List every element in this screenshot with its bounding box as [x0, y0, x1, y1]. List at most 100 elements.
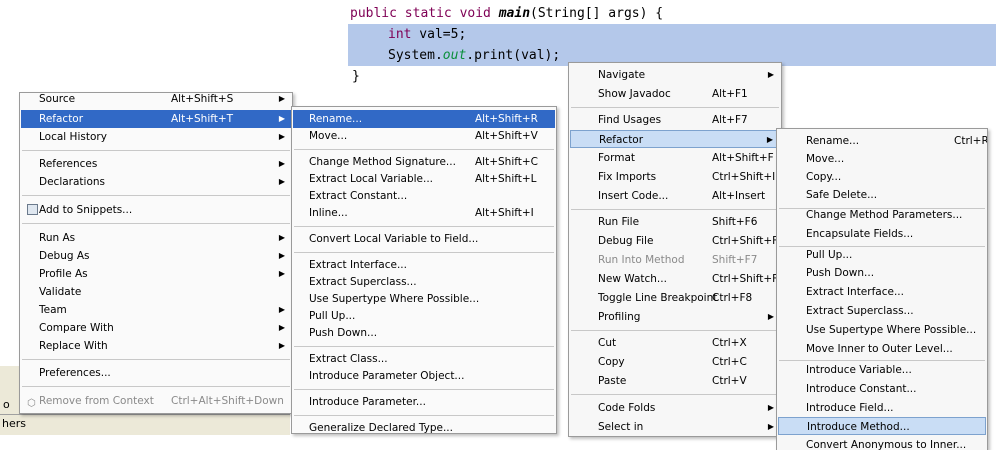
submenu-arrow-icon: ▶: [278, 233, 285, 242]
menu-item-toggle-line-breakpoint[interactable]: Toggle Line Breakpoint Ctrl+F8: [570, 289, 780, 307]
submenu-arrow-icon: ▶: [278, 177, 285, 186]
menu-item-replace-with[interactable]: Replace With ▶: [21, 337, 291, 355]
menu-item-profiling[interactable]: Profiling ▶: [570, 308, 780, 326]
menu-item-paste[interactable]: Paste Ctrl+V: [570, 372, 780, 390]
menu-item-run-file[interactable]: Run File Shift+F6: [570, 213, 780, 231]
menu-item-pull-up[interactable]: Pull Up...: [293, 307, 555, 325]
menu-item-extract-superclass[interactable]: Extract Superclass...: [293, 273, 555, 291]
menu-item-add-to-snippets[interactable]: Add to Snippets...: [21, 201, 291, 219]
menu-item-introduce-parameter[interactable]: Introduce Parameter...: [293, 393, 555, 411]
submenu-arrow-icon: ▶: [767, 70, 774, 79]
eclipse-context-menu: Source Alt+Shift+S ▶ Refactor Alt+Shift+…: [19, 92, 293, 414]
menu-item-move[interactable]: Move...: [778, 150, 986, 168]
menu-item-change-method-parameters[interactable]: Change Method Parameters...: [778, 206, 986, 224]
menu-item-local-history[interactable]: Local History ▶: [21, 128, 291, 146]
menu-separator: [294, 149, 554, 150]
menu-item-change-method-signature[interactable]: Change Method Signature... Alt+Shift+C: [293, 153, 555, 171]
menu-item-extract-class[interactable]: Extract Class...: [293, 350, 555, 368]
menu-item-copy[interactable]: Copy Ctrl+C: [570, 353, 780, 371]
menu-separator: [571, 330, 779, 331]
submenu-arrow-icon: ▶: [278, 114, 285, 123]
menu-item-extract-superclass[interactable]: Extract Superclass...: [778, 302, 986, 320]
menu-item-debug-as[interactable]: Debug As ▶: [21, 247, 291, 265]
menu-item-validate[interactable]: Validate: [21, 283, 291, 301]
menu-separator: [571, 209, 779, 210]
menu-item-use-supertype[interactable]: Use Supertype Where Possible...: [293, 290, 555, 308]
background-edge-char: o: [3, 398, 10, 411]
menu-item-extract-constant[interactable]: Extract Constant...: [293, 187, 555, 205]
submenu-arrow-icon: ▶: [278, 94, 285, 103]
menu-item-new-watch[interactable]: New Watch... Ctrl+Shift+F7: [570, 270, 781, 288]
menu-item-debug-file[interactable]: Debug File Ctrl+Shift+F5: [570, 232, 781, 250]
menu-item-convert-local-variable-to-field[interactable]: Convert Local Variable to Field...: [293, 230, 555, 248]
menu-item-select-in[interactable]: Select in ▶: [570, 418, 780, 436]
menu-item-introduce-variable[interactable]: Introduce Variable...: [778, 361, 986, 379]
menu-separator: [294, 415, 554, 416]
menu-item-remove-from-context[interactable]: ⬡ Remove from Context Ctrl+Alt+Shift+Dow…: [21, 392, 291, 410]
background-text: hers: [2, 417, 26, 430]
menu-item-push-down[interactable]: Push Down...: [293, 324, 555, 342]
menu-item-run-into-method[interactable]: Run Into Method Shift+F7: [570, 251, 780, 269]
menu-item-use-supertype[interactable]: Use Supertype Where Possible...: [778, 321, 986, 339]
menu-item-safe-delete[interactable]: Safe Delete...: [778, 186, 986, 204]
snippets-icon: [27, 204, 38, 215]
menu-separator: [294, 226, 554, 227]
menu-item-references[interactable]: References ▶: [21, 155, 291, 173]
menu-item-extract-interface[interactable]: Extract Interface...: [293, 256, 555, 274]
menu-separator: [22, 386, 290, 387]
eclipse-refactor-submenu: Rename... Alt+Shift+R Move... Alt+Shift+…: [291, 106, 557, 434]
background-status-strip: hers: [0, 414, 290, 435]
menu-item-insert-code[interactable]: Insert Code... Alt+Insert: [570, 187, 780, 205]
menu-item-move-inner-to-outer[interactable]: Move Inner to Outer Level...: [778, 340, 986, 358]
code-line-1: public static void main(String[] args) {: [350, 6, 664, 21]
menu-item-push-down[interactable]: Push Down...: [778, 264, 986, 282]
submenu-arrow-icon: ▶: [767, 403, 774, 412]
menu-item-cut[interactable]: Cut Ctrl+X: [570, 334, 780, 352]
menu-item-declarations[interactable]: Declarations ▶: [21, 173, 291, 191]
submenu-arrow-icon: ▶: [767, 422, 774, 431]
menu-item-refactor[interactable]: Refactor Alt+Shift+T ▶: [21, 110, 291, 128]
menu-item-preferences[interactable]: Preferences...: [21, 364, 291, 382]
submenu-arrow-icon: ▶: [278, 159, 285, 168]
menu-item-find-usages[interactable]: Find Usages Alt+F7: [570, 111, 780, 129]
menu-item-run-as[interactable]: Run As ▶: [21, 229, 291, 247]
code-line-2: int val=5;: [348, 24, 996, 45]
menu-separator: [22, 195, 290, 196]
submenu-arrow-icon: ▶: [278, 269, 285, 278]
submenu-arrow-icon: ▶: [278, 305, 285, 314]
netbeans-refactor-submenu: Rename... Ctrl+R Move... Copy... Safe De…: [776, 128, 988, 450]
menu-item-introduce-field[interactable]: Introduce Field...: [778, 399, 986, 417]
menu-item-introduce-parameter-object[interactable]: Introduce Parameter Object...: [293, 367, 555, 385]
menu-separator: [294, 389, 554, 390]
menu-item-fix-imports[interactable]: Fix Imports Ctrl+Shift+I: [570, 168, 780, 186]
menu-item-introduce-constant[interactable]: Introduce Constant...: [778, 380, 986, 398]
submenu-arrow-icon: ▶: [278, 251, 285, 260]
menu-item-refactor[interactable]: Refactor ▶: [570, 130, 780, 148]
menu-separator: [22, 359, 290, 360]
menu-item-source[interactable]: Source Alt+Shift+S ▶: [21, 93, 291, 108]
menu-item-extract-local-variable[interactable]: Extract Local Variable... Alt+Shift+L: [293, 170, 555, 188]
menu-item-move[interactable]: Move... Alt+Shift+V: [293, 127, 555, 145]
menu-item-copy[interactable]: Copy...: [778, 168, 986, 186]
menu-separator: [571, 394, 779, 395]
menu-item-inline[interactable]: Inline... Alt+Shift+I: [293, 204, 555, 222]
menu-item-navigate[interactable]: Navigate ▶: [570, 66, 780, 84]
menu-item-format[interactable]: Format Alt+Shift+F: [570, 149, 780, 167]
menu-item-pull-up[interactable]: Pull Up...: [778, 246, 986, 264]
menu-separator: [294, 346, 554, 347]
netbeans-context-menu: Navigate ▶ Show Javadoc Alt+F1 Find Usag…: [568, 62, 782, 437]
menu-item-profile-as[interactable]: Profile As ▶: [21, 265, 291, 283]
menu-item-show-javadoc[interactable]: Show Javadoc Alt+F1: [570, 85, 780, 103]
menu-item-compare-with[interactable]: Compare With ▶: [21, 319, 291, 337]
menu-separator: [22, 223, 290, 224]
submenu-arrow-icon: ▶: [767, 312, 774, 321]
menu-item-introduce-method[interactable]: Introduce Method...: [778, 417, 986, 435]
menu-item-code-folds[interactable]: Code Folds ▶: [570, 399, 780, 417]
menu-item-convert-anonymous-to-inner[interactable]: Convert Anonymous to Inner...: [778, 436, 986, 450]
menu-item-generalize-declared-type[interactable]: Generalize Declared Type...: [293, 419, 555, 433]
menu-item-rename[interactable]: Rename... Ctrl+R: [778, 132, 987, 150]
menu-item-extract-interface[interactable]: Extract Interface...: [778, 283, 986, 301]
menu-item-team[interactable]: Team ▶: [21, 301, 291, 319]
menu-item-encapsulate-fields[interactable]: Encapsulate Fields...: [778, 225, 986, 243]
menu-item-rename[interactable]: Rename... Alt+Shift+R: [293, 110, 555, 128]
